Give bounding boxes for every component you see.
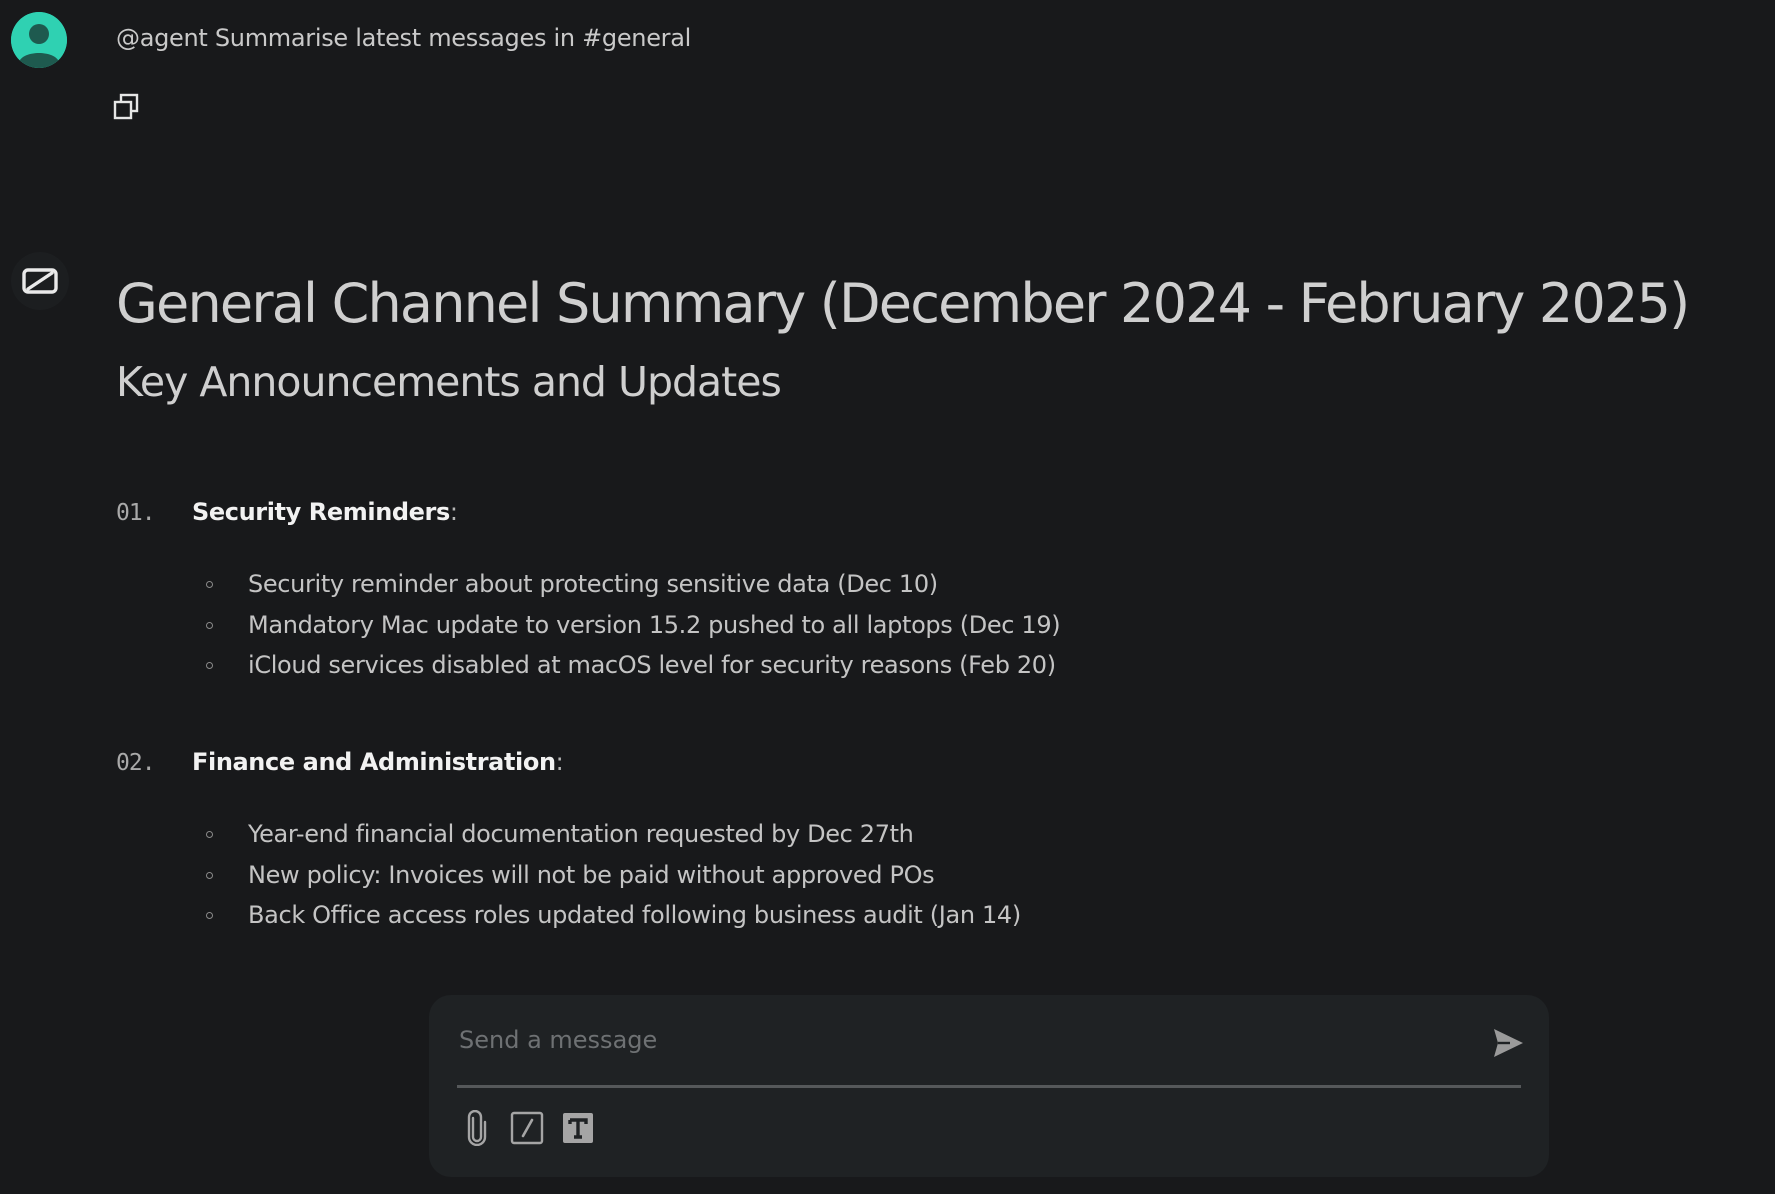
section-heading: 01. Security Reminders: [116, 495, 1616, 530]
paperclip-icon [467, 1110, 487, 1146]
summary-section-finance: 02. Finance and Administration: Year-end… [116, 745, 1616, 936]
hollow-bullet-icon [206, 581, 213, 588]
user-avatar-icon [11, 12, 67, 68]
chat-page: @agent Summarise latest messages in #gen… [0, 0, 1775, 1194]
section-title: Security Reminders [192, 498, 450, 526]
hollow-bullet-icon [206, 912, 213, 919]
list-item-text: Year-end financial documentation request… [248, 820, 914, 848]
send-button[interactable] [1484, 1019, 1532, 1067]
section-bullet-list: Year-end financial documentation request… [206, 814, 1616, 936]
hollow-bullet-icon [206, 831, 213, 838]
section-colon: : [449, 498, 458, 526]
send-icon [1494, 1029, 1523, 1057]
message-input[interactable] [457, 1017, 1461, 1063]
list-item-text: New policy: Invoices will not be paid wi… [248, 860, 935, 889]
list-item: Security reminder about protecting sensi… [206, 564, 1616, 605]
list-item-text: iCloud services disabled at macOS level … [248, 651, 1056, 679]
list-item: Mandatory Mac update to version 15.2 pus… [206, 605, 1616, 646]
slash-command-button[interactable] [509, 1110, 545, 1146]
list-item-text: Security reminder about protecting sensi… [248, 570, 938, 598]
hollow-bullet-icon [206, 621, 213, 629]
hollow-bullet-icon [206, 662, 213, 669]
attach-button[interactable] [459, 1110, 495, 1146]
copy-button[interactable] [110, 91, 142, 123]
message-composer [429, 995, 1549, 1177]
section-title: Finance and Administration [192, 748, 556, 776]
agent-avatar [11, 252, 69, 310]
hollow-bullet-icon [206, 871, 213, 879]
user-message-text: @agent Summarise latest messages in #gen… [116, 24, 692, 52]
summary-subtitle: Key Announcements and Updates [116, 358, 782, 406]
section-number: 01. [116, 500, 156, 526]
list-item-text: Mandatory Mac update to version 15.2 pus… [248, 610, 1061, 639]
section-colon: : [555, 748, 564, 776]
agent-logo-icon [22, 268, 58, 294]
list-item: New policy: Invoices will not be paid wi… [206, 855, 1616, 896]
summary-section-security: 01. Security Reminders: Security reminde… [116, 495, 1616, 686]
text-format-button[interactable] [560, 1110, 596, 1146]
list-item-text: Back Office access roles updated followi… [248, 901, 1021, 929]
list-item: Year-end financial documentation request… [206, 814, 1616, 855]
list-item: Back Office access roles updated followi… [206, 895, 1616, 936]
list-item: iCloud services disabled at macOS level … [206, 645, 1616, 686]
slash-command-icon [510, 1111, 544, 1145]
text-format-icon [563, 1113, 593, 1143]
section-number: 02. [116, 750, 156, 776]
composer-divider [457, 1085, 1521, 1088]
section-heading: 02. Finance and Administration: [116, 745, 1616, 780]
agent-response: General Channel Summary (December 2024 -… [116, 262, 1756, 412]
section-bullet-list: Security reminder about protecting sensi… [206, 564, 1616, 686]
summary-title: General Channel Summary (December 2024 -… [116, 272, 1690, 335]
copy-icon [113, 93, 139, 120]
